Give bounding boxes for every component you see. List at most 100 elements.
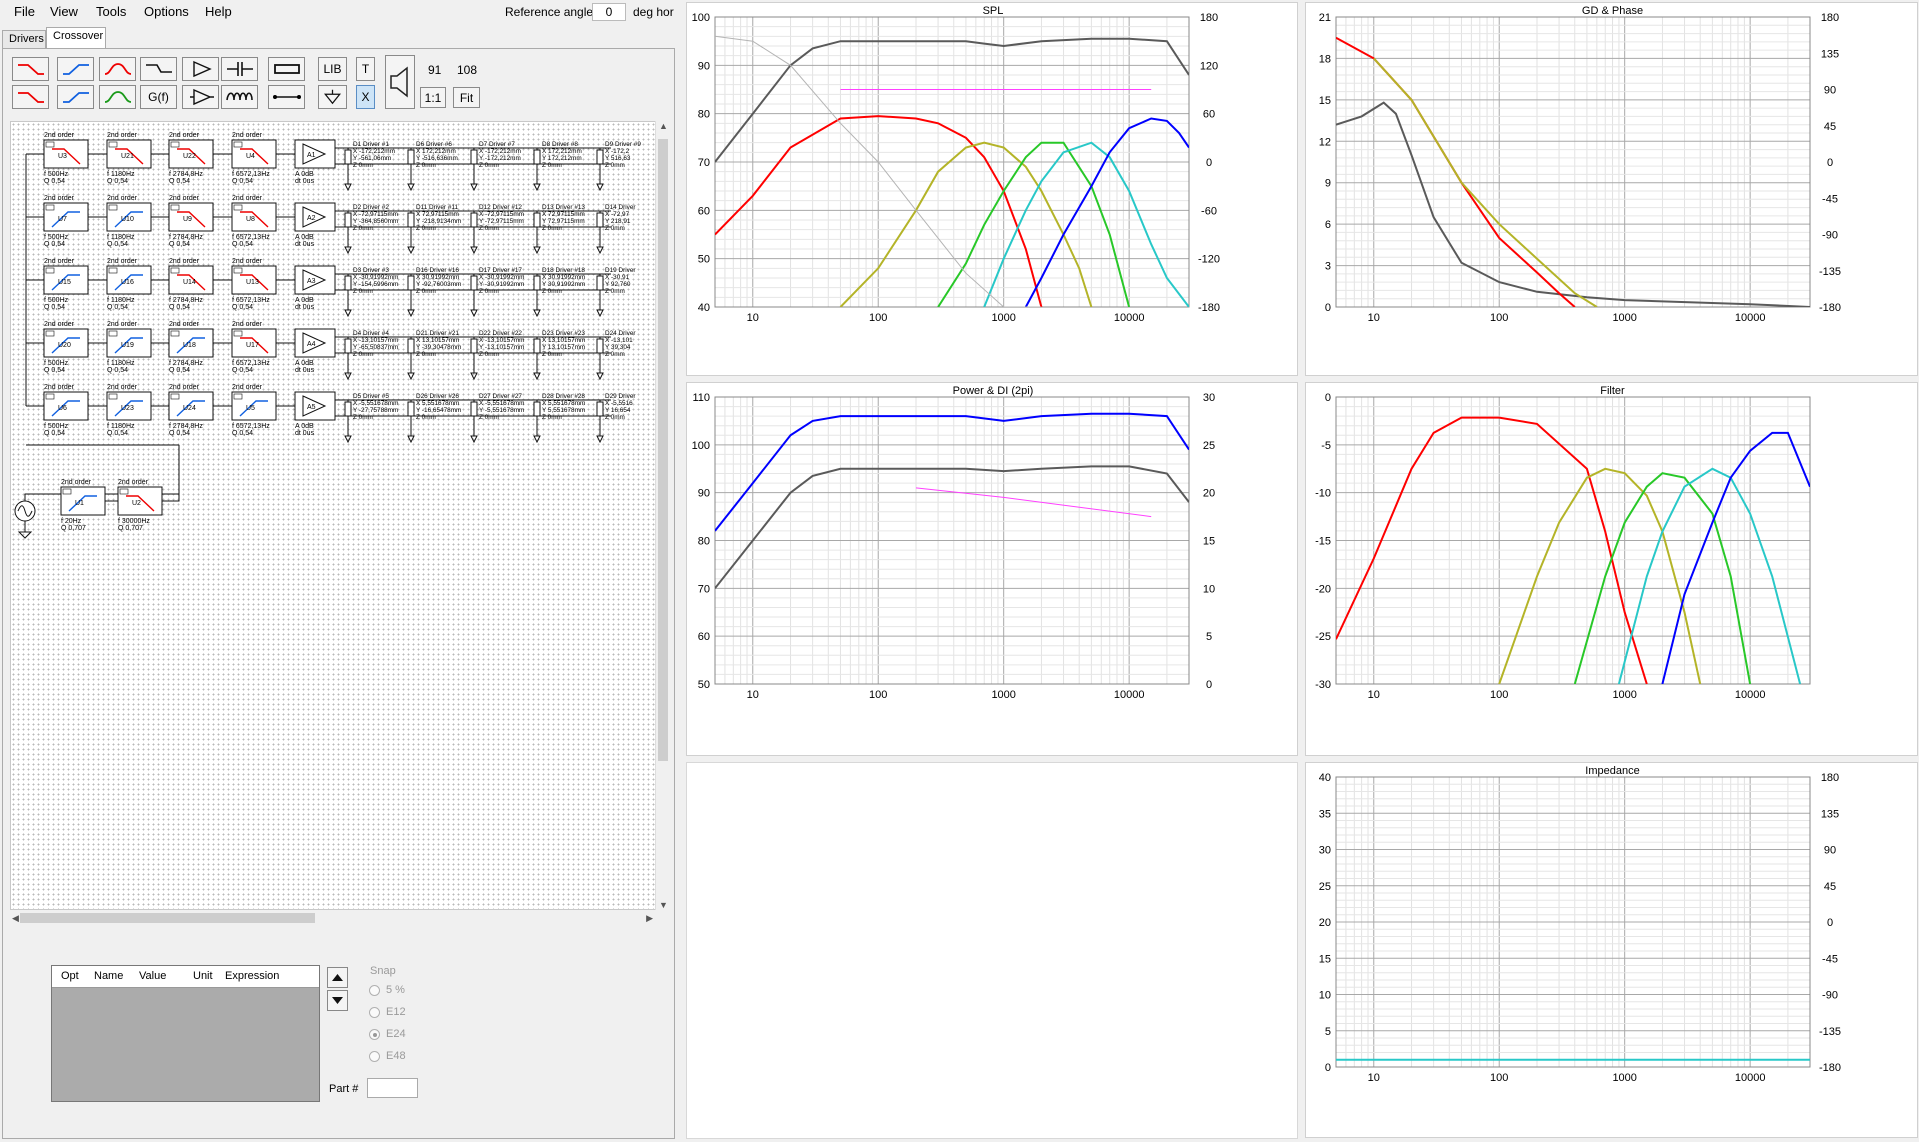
driver-label: Z 0mm: [542, 414, 562, 421]
move-up-button[interactable]: [327, 967, 348, 988]
part-number-input[interactable]: [367, 1078, 418, 1098]
col-value: Value: [139, 970, 167, 982]
filter-order-label: 2nd order: [107, 321, 138, 328]
series-line-1: [715, 465, 1189, 589]
hp-blue-button[interactable]: [57, 85, 94, 109]
impedance-chart: Impedance 40 35 30 25 20 15 10 5 0 180 135 90 45 0 -45 -…: [1319, 765, 1841, 1084]
properties-table[interactable]: Opt Name Value Unit Expression: [51, 965, 320, 1102]
driver-label: X 5,551678mm: [542, 400, 585, 407]
y2-tick-label: -135: [1819, 266, 1841, 278]
driver-label: Y -30,91992mm: [479, 281, 524, 288]
driver-label: Z 0mm: [605, 225, 625, 232]
amp-delay: dt 0us: [295, 241, 315, 248]
filter-tag: [233, 141, 243, 148]
amp-id: A4: [307, 341, 316, 348]
gd-phase-chart-panel[interactable]: GD & Phase 21 18 15 12 9 6 3 0 180 135 90 45 0 -45 -90 -…: [1305, 2, 1918, 376]
scroll-right-arrow-icon[interactable]: ▶: [646, 913, 653, 924]
hp-red-button[interactable]: [12, 57, 49, 81]
filter-order-label: 2nd order: [107, 195, 138, 202]
driver-label: D7 Driver #7: [479, 141, 515, 148]
scroll-down-arrow-icon[interactable]: ▼: [659, 900, 668, 910]
wire-button[interactable]: [268, 85, 305, 109]
reference-angle-label: Reference angle: [505, 5, 594, 19]
lib-button[interactable]: LIB: [318, 57, 347, 81]
menu-help[interactable]: Help: [205, 4, 232, 19]
resistor-button[interactable]: [268, 57, 305, 81]
lp-blue-button[interactable]: [57, 57, 94, 81]
gf-button[interactable]: G(f): [140, 85, 177, 109]
chart-grid: [1335, 16, 1811, 308]
ground-button[interactable]: [318, 85, 347, 109]
filter-frequency: f 500Hz: [44, 423, 69, 430]
driver-icon: [344, 401, 352, 417]
driver-label: D6 Driver #6: [416, 141, 452, 148]
snap-option-e24[interactable]: E24: [369, 1028, 406, 1040]
snap-option-e12[interactable]: E12: [369, 1006, 406, 1018]
fit-button[interactable]: Fit: [453, 87, 480, 108]
driver-block: D17 Driver #17X -30,91992mmY -30,91992mm…: [470, 267, 524, 318]
x-tick-label: 10: [1368, 689, 1380, 701]
amplifier-block: A1 A 0dBdt 0us: [294, 139, 336, 185]
driver-label: Y 516,63: [605, 155, 631, 162]
driver-label: Z 0mm: [353, 414, 373, 421]
tab-drivers[interactable]: Drivers: [2, 30, 46, 49]
filter-tag: [233, 204, 243, 211]
impedance-chart-panel[interactable]: Impedance 40 35 30 25 20 15 10 5 0 180 135 90 45 0 -45 -…: [1305, 762, 1918, 1138]
driver-label: X -13,10157mm: [479, 337, 524, 344]
filter-frequency: f 30000Hz: [118, 518, 150, 525]
inductor-button[interactable]: [221, 85, 258, 109]
filter-block: 2nd order U4 f 6572,13HzQ 0,54: [231, 132, 277, 185]
speaker-button[interactable]: [385, 55, 415, 109]
filter-chart-panel[interactable]: Filter 0 -5 -10 -15 -20 -25 -30 10 100 1000 10000: [1305, 382, 1918, 756]
filter-id: U2: [132, 500, 141, 507]
filter-tag: [45, 204, 55, 211]
menu-view[interactable]: View: [50, 4, 78, 19]
filter-q: Q 0,54: [107, 178, 128, 185]
schematic-canvas[interactable]: 2nd order U3 f 500Hz Q 0,54 2nd order U21 f 11…: [10, 121, 665, 910]
y-tick-label: 40: [1319, 772, 1331, 784]
vertical-scroll-thumb[interactable]: [658, 139, 668, 761]
lp-red-button[interactable]: [12, 85, 49, 109]
scroll-up-arrow-icon[interactable]: ▲: [659, 121, 668, 131]
menu-file[interactable]: File: [14, 4, 35, 19]
driver-icon: [407, 149, 415, 165]
driver-label: X -30,91992mm: [353, 274, 398, 281]
filter-q: Q 0,54: [107, 430, 128, 437]
schematic-horizontal-scrollbar[interactable]: ◀ ▶: [10, 910, 655, 926]
scroll-left-arrow-icon[interactable]: ◀: [12, 913, 19, 924]
text-tool-button[interactable]: T: [356, 57, 375, 81]
move-down-button[interactable]: [327, 990, 348, 1011]
buffer-button[interactable]: [182, 57, 219, 81]
driver-icon: [407, 401, 415, 417]
spl-chart-panel[interactable]: SPL 100 90 80 70 60 50 40 180 120 60 0 -60 -120 -180 10…: [686, 2, 1298, 376]
menu-options[interactable]: Options: [144, 4, 189, 19]
amplifier-button[interactable]: [182, 85, 219, 109]
amp-gain: A 0dB: [295, 297, 314, 304]
filter-id: U10: [121, 216, 134, 223]
snap-label: Snap: [370, 965, 396, 977]
filter-id: U7: [58, 216, 67, 223]
horizontal-scroll-thumb[interactable]: [20, 913, 315, 923]
zoom-1-1-button[interactable]: 1:1: [420, 87, 446, 108]
y2-tick-label: -120: [1198, 254, 1220, 266]
power-di-chart-panel[interactable]: Power & DI (2pi) 110 100 90 80 70 60 50 30 25 20 15…: [686, 382, 1298, 756]
tab-crossover[interactable]: Crossover: [46, 27, 106, 49]
driver-label: D4 Driver #4: [353, 330, 389, 337]
shelf-button[interactable]: [140, 57, 177, 81]
driver-label: Y -172,212mm: [479, 155, 521, 162]
bandpass-green-button[interactable]: [99, 85, 136, 109]
snap-option-5pct[interactable]: 5 %: [369, 984, 405, 996]
snap-option-e48[interactable]: E48: [369, 1050, 406, 1062]
x-tick-label: 10: [747, 312, 759, 324]
reference-angle-input[interactable]: [592, 3, 626, 21]
select-x-button[interactable]: X: [356, 85, 375, 109]
capacitor-icon: [226, 62, 253, 76]
col-unit: Unit: [193, 970, 213, 982]
ground-icon: [323, 89, 342, 105]
amp-id: A1: [307, 152, 316, 159]
schematic-vertical-scrollbar[interactable]: ▲ ▼: [655, 121, 669, 910]
menu-tools[interactable]: Tools: [96, 4, 126, 19]
capacitor-button[interactable]: [221, 57, 258, 81]
bandpass-red-button[interactable]: [99, 57, 136, 81]
amp-delay: dt 0us: [295, 367, 315, 374]
